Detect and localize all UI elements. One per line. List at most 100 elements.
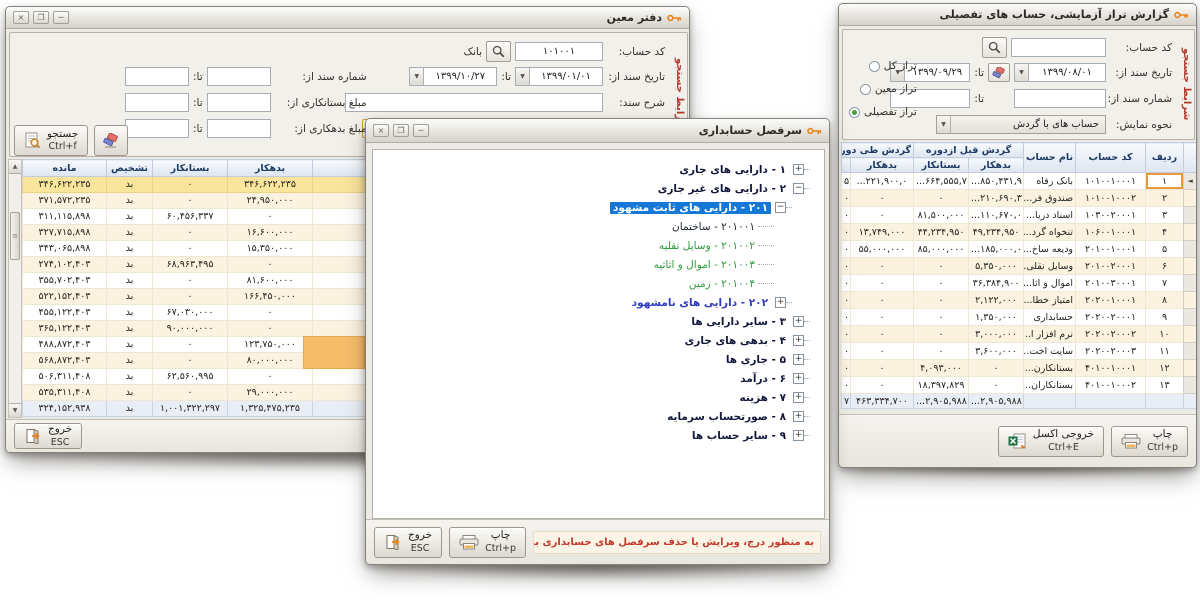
date-to-input[interactable]: ▼۱۳۹۹/۱۰/۲۷ <box>409 67 497 86</box>
column-header-name[interactable]: نام حساب <box>1024 143 1076 173</box>
row-selector-cell <box>1184 377 1197 394</box>
column-header-code[interactable]: کد حساب <box>1076 143 1146 173</box>
restore-icon[interactable]: ❐ <box>393 124 409 137</box>
tree-item[interactable]: +۸ - صورتحساب سرمایه <box>385 407 812 426</box>
radio-balance-moein[interactable]: تراز معین <box>849 83 917 95</box>
radio-icon[interactable] <box>869 61 880 72</box>
tree-item[interactable]: +۵ - جاری ها <box>385 350 812 369</box>
radio-icon[interactable] <box>860 84 871 95</box>
excel-export-button[interactable]: خروجی اکسلCtrl+E <box>998 426 1104 457</box>
tree-item[interactable]: ۲۰۱۰۰۴ - زمین <box>385 274 812 293</box>
tree-item[interactable]: −۲۰۱ - دارایی های ثابت مشهود <box>385 198 812 217</box>
expand-plus-icon[interactable]: + <box>793 335 804 346</box>
chevron-down-icon[interactable]: ▼ <box>937 116 951 133</box>
collapse-minus-icon[interactable]: − <box>775 202 786 213</box>
cell-cur-debit: ۰ <box>851 309 914 326</box>
scrollbar-thumb[interactable] <box>10 212 20 260</box>
close-icon[interactable]: × <box>373 124 389 137</box>
column-header-credit[interactable]: بستانکار <box>914 158 969 173</box>
clear-button[interactable] <box>94 125 128 156</box>
column-header-row[interactable]: ردیف <box>1146 143 1184 173</box>
chevron-down-icon[interactable]: ▼ <box>516 68 530 85</box>
radio-balance-tafsili[interactable]: تراز تفصیلی <box>849 106 917 118</box>
credit-from-input[interactable] <box>207 93 271 112</box>
table-row[interactable]: ۹۲۰۲۰۰۲۰۰۰۱حسابداری۱,۳۵۰,۰۰۰۰۰۰ <box>842 309 1197 326</box>
scroll-up-icon[interactable]: ▲ <box>9 160 21 174</box>
tree-item[interactable]: +۷ - هزینه <box>385 388 812 407</box>
table-row[interactable]: ۲۱۰۱۰۰۱۰۰۰۲صندوق فر......۲۱۰,۶۹۰,۳۰۰۰ <box>842 190 1197 207</box>
tree-item[interactable]: +۳ - سایر دارایی ها <box>385 312 812 331</box>
search-button[interactable]: جستجوCtrl+f <box>14 125 88 156</box>
expand-plus-icon[interactable]: + <box>793 354 804 365</box>
column-header-balance[interactable]: مانده <box>23 160 107 177</box>
trial-balance-table: ردیف کد حساب نام حساب گردش قبل ازدوره گر… <box>841 142 1197 409</box>
expand-plus-icon[interactable]: + <box>793 430 804 441</box>
debit-from-input[interactable] <box>207 119 271 138</box>
print-button[interactable]: چاپCtrl+p <box>1111 426 1188 457</box>
expand-plus-icon[interactable]: + <box>793 392 804 403</box>
debit-to-input[interactable] <box>125 119 189 138</box>
chevron-down-icon[interactable]: ▼ <box>1015 64 1029 81</box>
doc-no-to-input[interactable] <box>125 67 189 86</box>
account-code-input[interactable] <box>1011 38 1106 57</box>
account-lookup-button[interactable] <box>982 37 1007 58</box>
column-header-debit[interactable]: بدهکار <box>851 158 914 173</box>
table-row[interactable]: ۱۰۲۰۲۰۰۲۰۰۰۲نرم افزار ا...۳,۰۰۰,۰۰۰۰۰۰ <box>842 326 1197 343</box>
column-header-diagnosis[interactable]: تشخیص <box>107 160 153 177</box>
tree-item[interactable]: +۶ - درآمد <box>385 369 812 388</box>
table-row[interactable]: ۷۲۰۱۰۰۳۰۰۰۱اموال و اثا...۳۶,۳۸۴,۹۰۰۰۰۰ <box>842 275 1197 292</box>
table-row[interactable]: ۱۲۴۰۱۰۰۱۰۰۰۱بستانکارن...۰۴,۰۹۳,۰۰۰۰۰ <box>842 360 1197 377</box>
restore-icon[interactable]: ❐ <box>33 11 49 24</box>
date-from-input[interactable]: ▼۱۳۹۹/۰۱/۰۱ <box>515 67 603 86</box>
table-row[interactable]: ۱۳۴۰۱۰۰۱۰۰۰۲بستانکاران...۰۱۸,۳۹۷,۸۲۹۰۰ <box>842 377 1197 394</box>
tree-item[interactable]: ۲۰۱۰۰۲ - وسایل نقلیه <box>385 236 812 255</box>
exit-button[interactable]: خروجESC <box>374 527 442 558</box>
doc-no-from-input[interactable] <box>207 67 271 86</box>
tree-item[interactable]: +۴ - بدهی های جاری <box>385 331 812 350</box>
radio-balance-total[interactable]: تراز کل <box>849 60 917 72</box>
column-header-debit[interactable]: بدهکار <box>969 158 1024 173</box>
chevron-down-icon[interactable]: ▼ <box>410 68 424 85</box>
table-row[interactable]: ۱۱۲۰۲۰۰۲۰۰۰۳سایت اخت...۳,۶۰۰,۰۰۰۰۰۰ <box>842 343 1197 360</box>
print-button[interactable]: چاپCtrl+p <box>449 527 526 558</box>
display-mode-select[interactable]: ▼حساب های با گردش <box>936 115 1106 134</box>
cell-diagnosis: بد <box>107 257 153 273</box>
expand-plus-icon[interactable]: + <box>793 164 804 175</box>
expand-plus-icon[interactable]: + <box>793 373 804 384</box>
vertical-scrollbar[interactable]: ▲ ▼ <box>8 159 22 418</box>
tree-item[interactable]: +۲۰۲ - دارایی های نامشهود <box>385 293 812 312</box>
cell-diagnosis: بد <box>107 337 153 353</box>
table-row[interactable]: ۵۲۰۱۰۰۱۰۰۰۱ودیعه ساخ......۱۸۵,۰۰۰,۰۸۵,۰۰… <box>842 241 1197 258</box>
table-row[interactable]: ۸۲۰۲۰۰۱۰۰۰۱امتیاز خطا...۲,۱۲۲,۰۰۰۰۰۰ <box>842 292 1197 309</box>
tree-item[interactable]: −۲ - دارایی های غیر جاری <box>385 179 812 198</box>
right-click-hint-message: به منظور درج، ویرایش یا حذف سرفصل های حس… <box>533 531 821 554</box>
radio-icon[interactable] <box>849 107 860 118</box>
expand-plus-icon[interactable]: + <box>793 316 804 327</box>
column-header-credit[interactable]: بستانکار <box>153 160 228 177</box>
minimize-icon[interactable]: ─ <box>413 124 429 137</box>
tree-item[interactable]: ۲۰۱۰۰۳ - اموال و اثاثیه <box>385 255 812 274</box>
column-header-debit[interactable]: بدهکار <box>228 160 313 177</box>
doc-no-from-input[interactable] <box>1014 89 1106 108</box>
tree-item[interactable]: +۹ - سایر حساب ها <box>385 426 812 445</box>
scroll-down-icon[interactable]: ▼ <box>9 403 21 417</box>
table-row[interactable]: ۴۱۰۶۰۰۱۰۰۰۱تنخواه گرد...۴۹,۲۳۴,۹۵۰۴۴,۲۳۴… <box>842 224 1197 241</box>
credit-to-input[interactable] <box>125 93 189 112</box>
table-row[interactable]: ۳۱۰۳۰۰۲۰۰۰۱اسناد دریا......۱۱۰,۶۷۰,۰۸۱,۵… <box>842 207 1197 224</box>
table-row[interactable]: ◄۱۱۰۱۰۰۱۰۰۰۱بانک رفاه...۸۵۰,۴۳۱,۹...۶۶۴,… <box>842 173 1197 190</box>
date-from-input[interactable]: ▼۱۳۹۹/۰۸/۰۱ <box>1014 63 1106 82</box>
account-lookup-button[interactable] <box>486 41 511 62</box>
tree-item[interactable]: +۱ - دارایی های جاری <box>385 160 812 179</box>
account-code-input[interactable]: ۱۰۱۰۰۱ <box>515 42 603 61</box>
eraser-icon[interactable] <box>988 63 1010 82</box>
expand-plus-icon[interactable]: + <box>775 297 786 308</box>
tree-item[interactable]: ۲۰۱۰۰۱ - ساختمان <box>385 217 812 236</box>
table-row[interactable]: ۶۲۰۱۰۰۲۰۰۰۱وسایل نقلی...۵,۳۵۰,۰۰۰۰۰۰ <box>842 258 1197 275</box>
column-header-credit[interactable] <box>842 158 851 173</box>
close-icon[interactable]: × <box>13 11 29 24</box>
doc-desc-input[interactable] <box>345 93 603 112</box>
minimize-icon[interactable]: ─ <box>53 11 69 24</box>
expand-plus-icon[interactable]: + <box>793 411 804 422</box>
exit-button[interactable]: خروجESC <box>14 423 82 449</box>
collapse-minus-icon[interactable]: − <box>793 183 804 194</box>
